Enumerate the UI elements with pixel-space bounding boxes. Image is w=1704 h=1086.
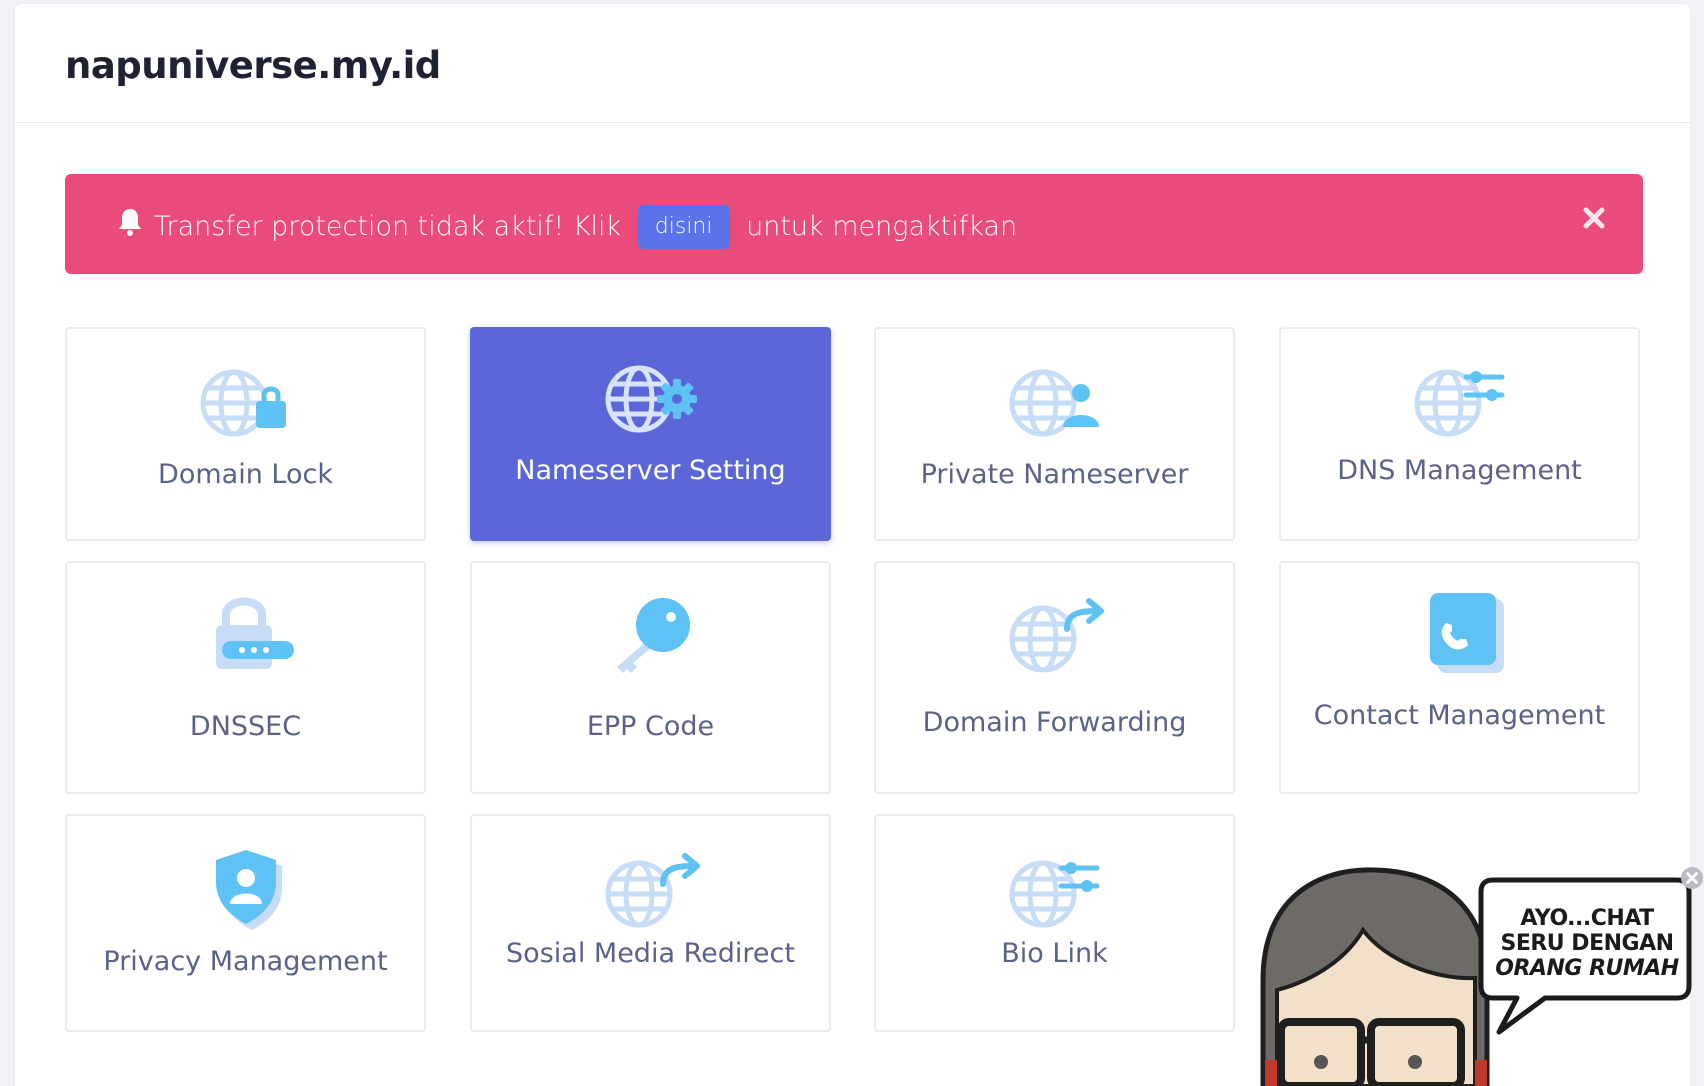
- cartoon-avatar-icon: [1260, 867, 1490, 1086]
- phone-card-icon: [1429, 593, 1504, 673]
- key-icon: [616, 598, 690, 673]
- tile-contact-management[interactable]: Contact Management: [1279, 561, 1640, 794]
- globe-redirect-icon: [605, 853, 700, 928]
- tile-label: Contact Management: [1313, 700, 1606, 731]
- globe-sliders-icon: [1009, 860, 1099, 928]
- tile-dns-management[interactable]: DNS Management: [1279, 327, 1640, 541]
- padlock-dots-icon: [215, 597, 294, 669]
- shield-user-icon: [215, 850, 282, 930]
- tile-domain-forwarding[interactable]: Domain Forwarding: [874, 561, 1235, 794]
- bell-icon: [119, 209, 141, 236]
- tile-label: EPP Code: [586, 711, 715, 742]
- alert-text-after: untuk mengaktifkan: [746, 211, 1018, 242]
- tile-label: Nameserver Setting: [515, 455, 786, 486]
- tile-label: Domain Lock: [158, 459, 333, 490]
- tile-label: Privacy Management: [103, 946, 388, 977]
- chat-bubble-text[interactable]: AYO...CHAT SERU DENGAN ORANG RUMAH: [1488, 906, 1686, 981]
- tile-label: Sosial Media Redirect: [506, 938, 795, 969]
- tile-sosial-media-redirect[interactable]: Sosial Media Redirect: [470, 814, 831, 1032]
- transfer-protection-alert: Transfer protection tidak aktif! Klik di…: [65, 174, 1643, 274]
- tile-label: DNSSEC: [189, 711, 302, 742]
- alert-link-button[interactable]: disini: [637, 205, 730, 249]
- close-icon[interactable]: [1680, 866, 1704, 890]
- tile-nameserver-setting[interactable]: Nameserver Setting: [470, 327, 831, 541]
- tile-domain-lock[interactable]: Domain Lock: [65, 327, 426, 541]
- panel-header: napuniverse.my.id: [15, 4, 1690, 123]
- tile-label: DNS Management: [1337, 455, 1582, 486]
- tile-privacy-management[interactable]: Privacy Management: [65, 814, 426, 1032]
- globe-lock-icon: [200, 369, 286, 437]
- tile-bio-link[interactable]: Bio Link: [874, 814, 1235, 1032]
- tile-dnssec[interactable]: DNSSEC: [65, 561, 426, 794]
- close-icon[interactable]: [1581, 205, 1607, 231]
- chat-line-2: SERU DENGAN: [1500, 931, 1674, 956]
- globe-gear-icon: [605, 365, 697, 433]
- tile-epp-code[interactable]: EPP Code: [470, 561, 831, 794]
- globe-user-icon: [1009, 369, 1099, 437]
- page-title: napuniverse.my.id: [65, 44, 441, 87]
- chat-line-1: AYO...CHAT: [1520, 906, 1654, 931]
- chat-line-3: ORANG RUMAH: [1495, 956, 1679, 981]
- alert-text-before: Transfer protection tidak aktif! Klik: [154, 211, 622, 242]
- alert-message: Transfer protection tidak aktif! Klik di…: [154, 205, 1017, 249]
- tile-label: Domain Forwarding: [922, 707, 1187, 738]
- tile-label: Bio Link: [1001, 938, 1108, 969]
- globe-forward-icon: [1009, 598, 1104, 673]
- tile-label: Private Nameserver: [920, 459, 1189, 490]
- globe-sliders-icon: [1414, 369, 1504, 437]
- tile-private-nameserver[interactable]: Private Nameserver: [874, 327, 1235, 541]
